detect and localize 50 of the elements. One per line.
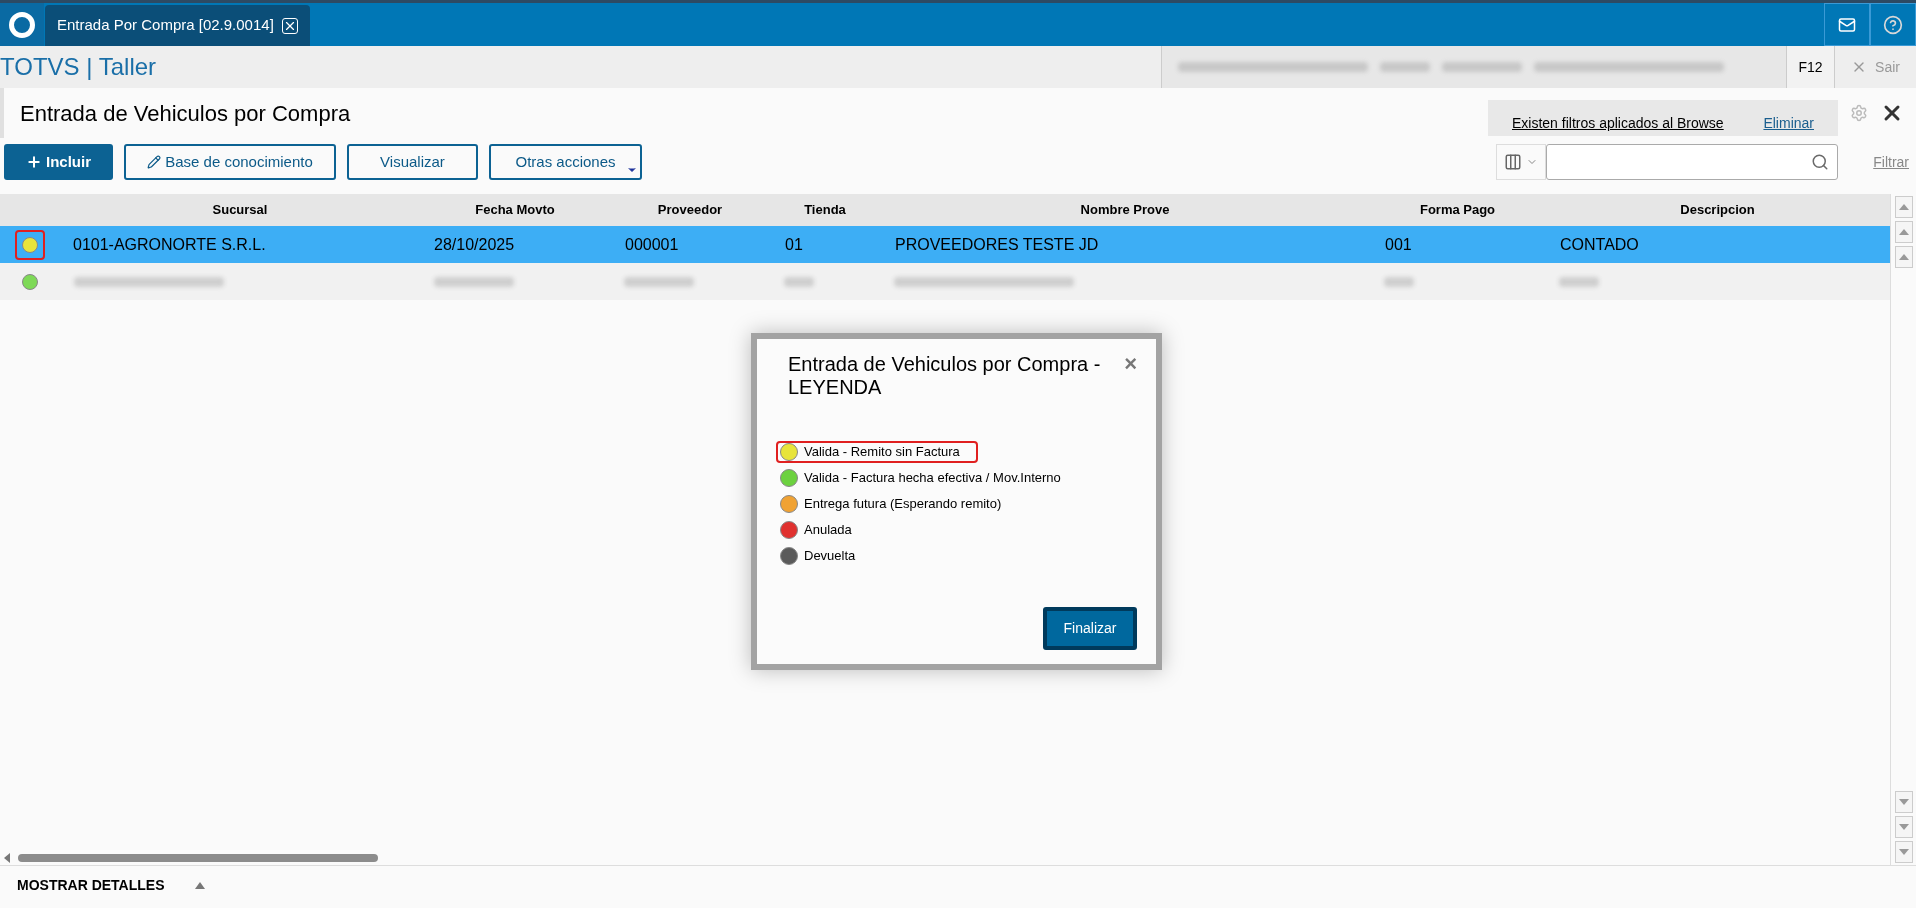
table-cell-text: 000001 bbox=[624, 234, 680, 255]
table-cell-text: 001 bbox=[1384, 234, 1413, 255]
f12-key[interactable]: F12 bbox=[1786, 46, 1834, 88]
add-button[interactable]: Incluir bbox=[4, 144, 113, 180]
table-cell-text: CONTADO bbox=[1559, 234, 1640, 255]
finish-button[interactable]: Finalizar bbox=[1043, 607, 1137, 650]
help-icon bbox=[1883, 14, 1903, 35]
table-cell-text: 28/10/2025 bbox=[433, 234, 516, 255]
pencil-icon bbox=[147, 155, 162, 169]
knowledge-base-button[interactable]: Base de conocimiento bbox=[124, 144, 336, 180]
legend-label: Valida - Remito sin Factura bbox=[804, 443, 960, 462]
column-header[interactable]: Descripcion bbox=[1545, 200, 1890, 220]
column-header[interactable]: Proveedor bbox=[610, 200, 770, 220]
view-button[interactable]: Visualizar bbox=[347, 144, 478, 180]
table-cell-text: PROVEEDORES TESTE JD bbox=[894, 234, 1100, 255]
table-cell-text: 0101-AGRONORTE S.R.L. bbox=[72, 234, 267, 255]
dialog-title: Entrada de Vehiculos por Compra - LEYENDA bbox=[788, 353, 1102, 399]
plus-icon bbox=[26, 154, 42, 170]
legend-label: Devuelta bbox=[804, 547, 856, 566]
module-tab[interactable]: Entrada Por Compra [02.9.0014] bbox=[45, 5, 310, 46]
help-button[interactable] bbox=[1870, 3, 1916, 46]
column-header[interactable]: Tienda bbox=[770, 200, 880, 220]
expand-icon[interactable] bbox=[194, 882, 205, 889]
close-icon[interactable] bbox=[281, 17, 298, 34]
column-header[interactable]: Sucursal bbox=[60, 200, 420, 220]
search-field[interactable] bbox=[1546, 144, 1839, 180]
legend-label: Anulada bbox=[804, 521, 852, 540]
search-icon bbox=[1811, 153, 1830, 171]
tab-label: Entrada Por Compra [02.9.0014] bbox=[57, 15, 274, 36]
column-header[interactable]: Forma Pago bbox=[1370, 200, 1545, 220]
table-row[interactable]: 0101-AGRONORTE S.R.L. 28/10/2025 000001 01 PROVEEDORES TESTE JD 001 CONTADO bbox=[0, 226, 1890, 263]
blurred-text bbox=[1380, 62, 1430, 72]
details-toggle[interactable]: MOSTRAR DETALLES bbox=[17, 875, 165, 896]
mail-icon bbox=[1838, 15, 1856, 34]
more-actions-button[interactable]: Otras acciones bbox=[489, 144, 642, 180]
table-cell-text: 01 bbox=[784, 234, 804, 255]
column-header[interactable]: Nombre Prove bbox=[880, 200, 1370, 220]
filter-notice-text[interactable]: Existen filtros aplicados al Browse bbox=[1512, 113, 1724, 134]
columns-icon bbox=[1504, 153, 1523, 171]
close-button[interactable]: × bbox=[1124, 353, 1137, 375]
remove-filter-link[interactable]: Eliminar bbox=[1763, 113, 1814, 134]
app-title: TOTVS | Taller bbox=[0, 55, 157, 79]
column-picker-button[interactable] bbox=[1496, 144, 1547, 180]
app-logo-icon[interactable] bbox=[0, 3, 44, 46]
page-title: Entrada de Vehiculos por Compra bbox=[20, 99, 351, 128]
legend-label: Entrega futura (Esperando remito) bbox=[804, 495, 1002, 514]
legend-label: Valida - Factura hecha efectiva / Mov.Interno bbox=[804, 469, 1061, 488]
mail-button[interactable] bbox=[1824, 3, 1870, 46]
vertical-scrollbar[interactable] bbox=[1890, 194, 1916, 865]
column-header[interactable]: Fecha Movto bbox=[420, 200, 610, 220]
